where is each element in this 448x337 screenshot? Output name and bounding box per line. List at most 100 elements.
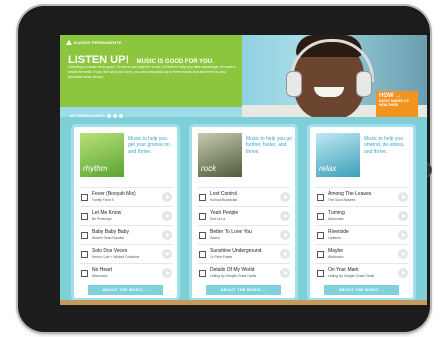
- track-checkbox[interactable]: [317, 232, 324, 239]
- app-screen: KAISER PERMANENTE LISTEN UP! MUSIC IS GO…: [60, 35, 427, 305]
- headphone-left: [286, 71, 302, 97]
- track-title: On Your Mark: [328, 267, 359, 273]
- play-icon[interactable]: [162, 230, 172, 240]
- about-music-button[interactable]: ABOUT THE MUSIC →: [206, 285, 281, 295]
- track-row: Let Me Know Be Periscope: [79, 206, 172, 226]
- track-artist: Aficionado: [328, 255, 344, 259]
- track-artist: Letting Up Despite Great Faults: [210, 274, 257, 278]
- playlist-card-relax: relax Music to help you unwind, de-stres…: [310, 127, 413, 298]
- download-slot-1[interactable]: [107, 113, 112, 118]
- card-tagline: Music to help you get your groove on, an…: [128, 136, 172, 155]
- track-checkbox[interactable]: [199, 213, 206, 220]
- track-artist: Hermo Cole + Wicked Collective: [92, 255, 140, 259]
- brand-logo: KAISER PERMANENTE: [66, 40, 122, 45]
- cover-art: rhythm: [80, 133, 124, 177]
- play-icon[interactable]: [398, 249, 408, 259]
- play-icon[interactable]: [398, 230, 408, 240]
- card-tagline: Music to help you unwind, de-stress, and…: [364, 136, 405, 155]
- track-title: Let Me Know: [92, 210, 122, 216]
- track-row: On Your Mark Letting Up Despite Great Fa…: [315, 263, 408, 283]
- cover-label: rhythm: [83, 164, 108, 173]
- about-music-button[interactable]: ABOUT THE MUSIC →: [324, 285, 399, 295]
- track-artist: The Good Natures: [328, 198, 356, 202]
- track-title: Turning: [328, 210, 345, 216]
- track-artist: Le Fleur Fatale: [210, 255, 233, 259]
- download-slot-2[interactable]: [113, 113, 118, 118]
- play-icon[interactable]: [162, 211, 172, 221]
- track-row: Baby Baby Baby Warren Dean Flandez: [79, 225, 172, 245]
- header-banner: KAISER PERMANENTE LISTEN UP! MUSIC IS GO…: [60, 35, 427, 118]
- track-title: Among The Leaves: [328, 191, 372, 197]
- track-title: Details Of My World: [210, 267, 255, 273]
- about-music-button[interactable]: ABOUT THE MUSIC →: [88, 285, 163, 295]
- track-row: Fever (Booyah Mix) Family Force 5: [79, 187, 172, 207]
- track-artist: Family Force 5: [92, 198, 114, 202]
- track-checkbox[interactable]: [81, 232, 88, 239]
- track-row: Details Of My World Letting Up Despite G…: [197, 263, 290, 283]
- track-artist: Letting Up Despite Great Faults: [328, 274, 375, 278]
- track-title: Better To Love You: [210, 229, 252, 235]
- how-music-badge[interactable]: HOW → MUSIC MAKES US HEALTHIER: [376, 91, 418, 117]
- track-checkbox[interactable]: [199, 270, 206, 277]
- track-checkbox[interactable]: [317, 194, 324, 201]
- track-checkbox[interactable]: [81, 213, 88, 220]
- track-row: Solo Dos Veces Hermo Cole + Wicked Colle…: [79, 244, 172, 264]
- cover-art: relax: [316, 133, 360, 177]
- track-title: Fever (Booyah Mix): [92, 191, 136, 197]
- track-checkbox[interactable]: [199, 194, 206, 201]
- track-row: Riverside Lanterns: [315, 225, 408, 245]
- track-row: Sunshine Underground Le Fleur Fatale: [197, 244, 290, 264]
- intro-panel: KAISER PERMANENTE LISTEN UP! MUSIC IS GO…: [60, 35, 242, 107]
- track-row: Yeah People Doit La La: [197, 206, 290, 226]
- ipad-frame: KAISER PERMANENTE LISTEN UP! MUSIC IS GO…: [18, 6, 432, 332]
- track-artist: Korhaul Broadcast: [210, 198, 238, 202]
- track-row: Maybe Aficionado: [315, 244, 408, 264]
- track-row: Among The Leaves The Good Natures: [315, 187, 408, 207]
- track-title: Sunshine Underground: [210, 248, 262, 254]
- track-title: Baby Baby Baby: [92, 229, 129, 235]
- play-icon[interactable]: [280, 192, 290, 202]
- downloads-label: MY DOWNLOADS:: [70, 113, 106, 118]
- track-title: Riverside: [328, 229, 349, 235]
- track-row: Turning Aficionado: [315, 206, 408, 226]
- play-icon[interactable]: [280, 249, 290, 259]
- play-icon[interactable]: [280, 268, 290, 278]
- track-artist: Warren Dean Flandez: [92, 236, 125, 240]
- track-title: Yeah People: [210, 210, 239, 216]
- cover-art: rock: [198, 133, 242, 177]
- track-checkbox[interactable]: [81, 194, 88, 201]
- how-badge-text: MUSIC MAKES US HEALTHIER: [379, 99, 409, 107]
- track-checkbox[interactable]: [81, 270, 88, 277]
- play-icon[interactable]: [398, 211, 408, 221]
- track-artist: Lanterns: [328, 236, 341, 240]
- track-checkbox[interactable]: [317, 251, 324, 258]
- track-checkbox[interactable]: [199, 251, 206, 258]
- track-row: Lost Control Korhaul Broadcast: [197, 187, 290, 207]
- logo-mark-icon: [66, 40, 72, 45]
- track-title: Maybe: [328, 248, 344, 254]
- play-icon[interactable]: [280, 230, 290, 240]
- play-icon[interactable]: [162, 192, 172, 202]
- track-title: No Heart: [92, 267, 113, 273]
- track-checkbox[interactable]: [317, 213, 324, 220]
- track-artist: Daeno: [210, 236, 220, 240]
- play-icon[interactable]: [162, 268, 172, 278]
- my-downloads: MY DOWNLOADS:: [70, 113, 124, 118]
- play-icon[interactable]: [280, 211, 290, 221]
- play-icon[interactable]: [398, 268, 408, 278]
- track-artist: Aficionado: [92, 274, 108, 278]
- track-row: Better To Love You Daeno: [197, 225, 290, 245]
- track-checkbox[interactable]: [317, 270, 324, 277]
- headphone-right: [356, 71, 372, 97]
- card-tagline: Music to help you go further, faster, an…: [246, 136, 292, 155]
- track-artist: Aficionado: [328, 217, 344, 221]
- track-checkbox[interactable]: [81, 251, 88, 258]
- play-icon[interactable]: [398, 192, 408, 202]
- track-title: Solo Dos Veces: [92, 248, 128, 254]
- track-title: Lost Control: [210, 191, 237, 197]
- bottom-strip: [60, 300, 427, 305]
- download-slot-3[interactable]: [119, 113, 124, 118]
- track-checkbox[interactable]: [199, 232, 206, 239]
- cover-label: rock: [201, 164, 217, 173]
- play-icon[interactable]: [162, 249, 172, 259]
